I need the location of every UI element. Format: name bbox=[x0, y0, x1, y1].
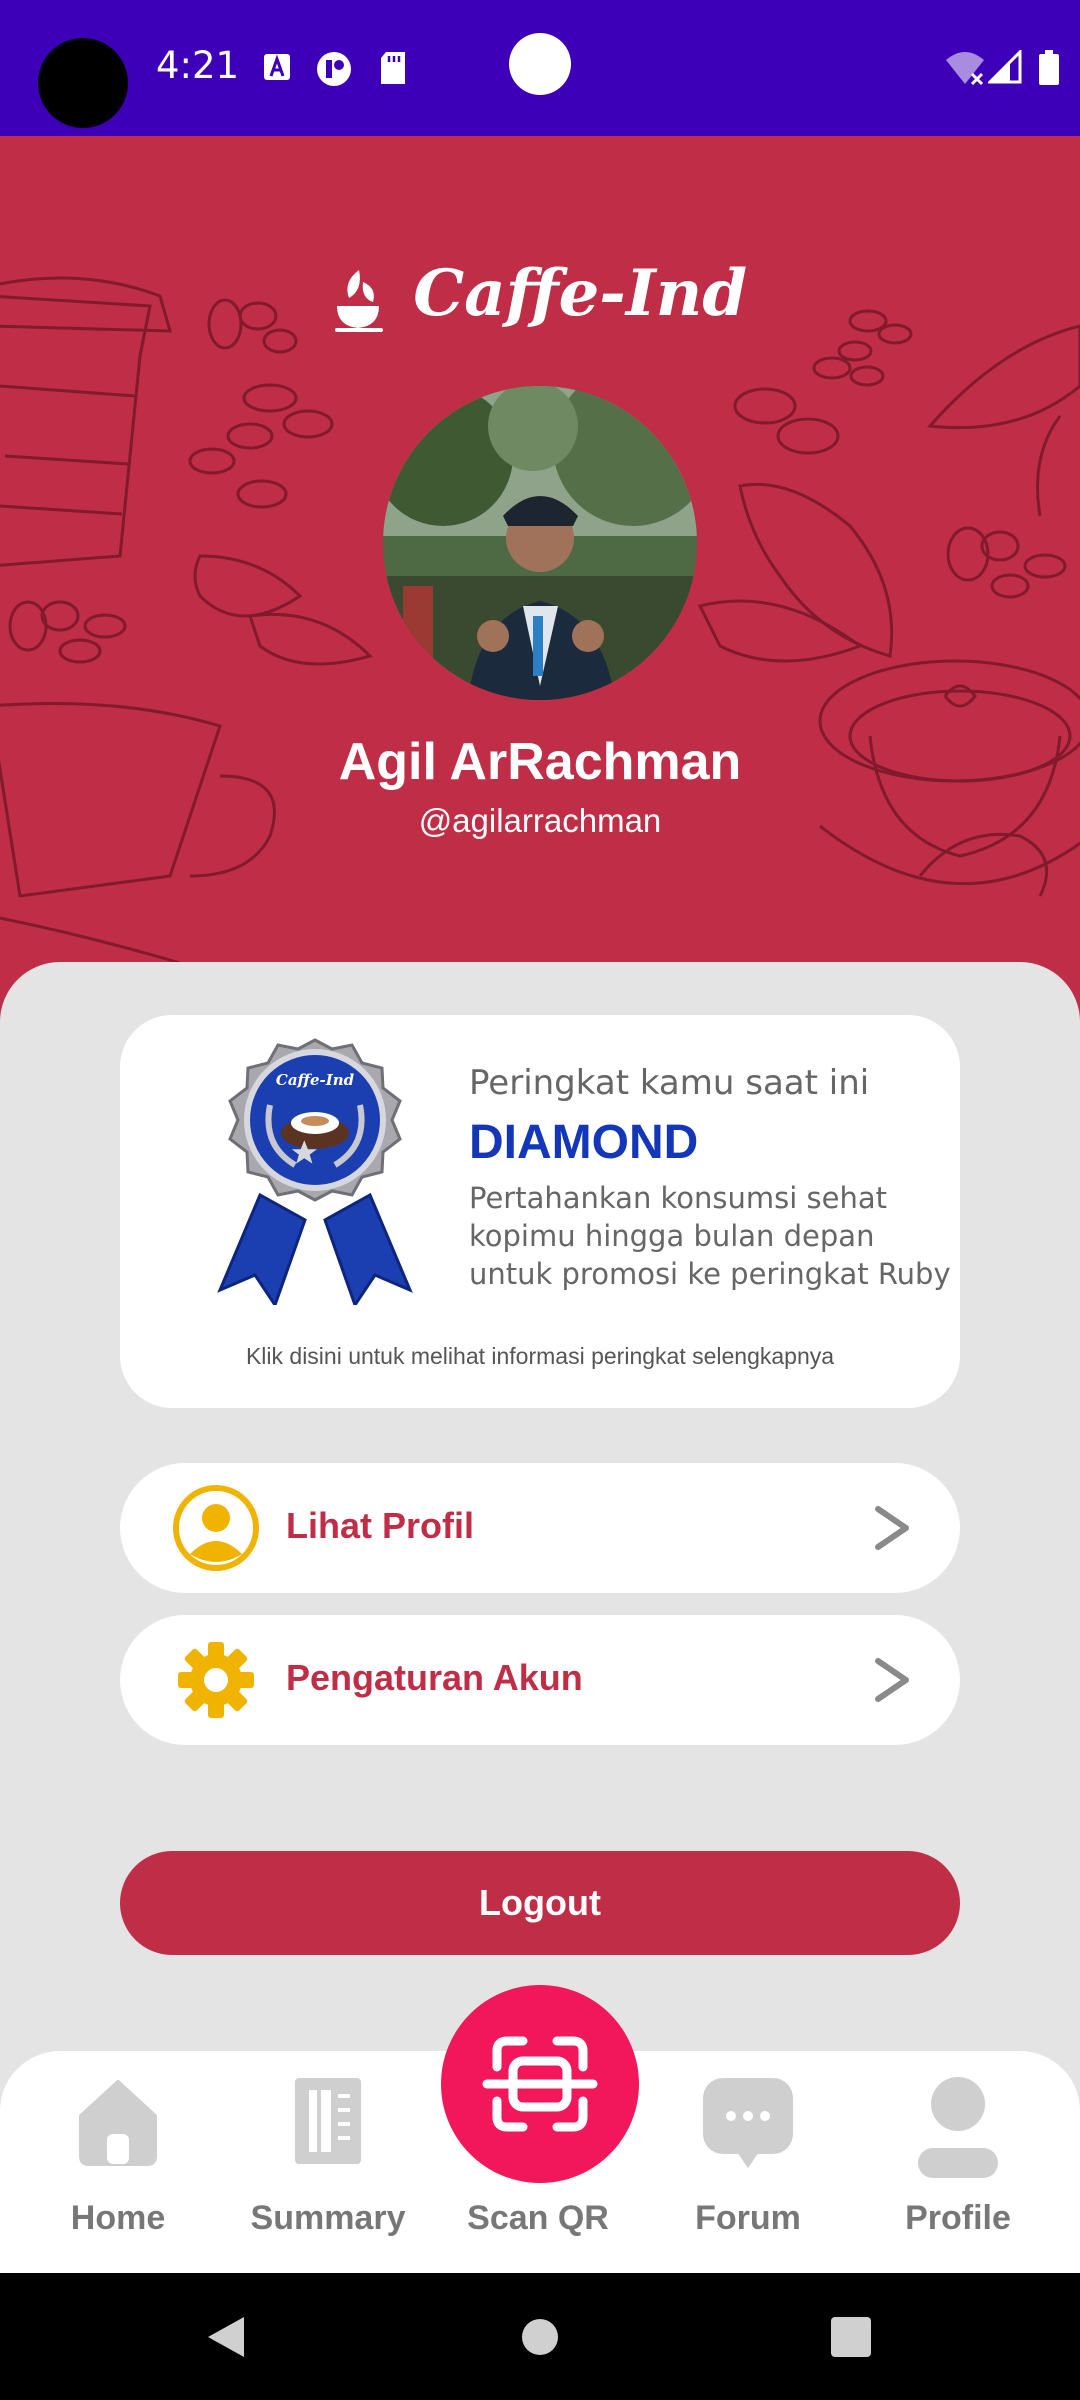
nav-profile[interactable]: Profile bbox=[858, 2051, 1058, 2273]
account-settings-button[interactable]: Pengaturan Akun bbox=[120, 1615, 960, 1745]
home-icon bbox=[79, 2080, 157, 2166]
nav-label: Profile bbox=[905, 2199, 1011, 2237]
medal-brand-text: Caffe-Ind bbox=[276, 1071, 355, 1089]
avatar-photo bbox=[383, 386, 697, 700]
nav-label: Scan QR bbox=[467, 2199, 609, 2237]
system-navigation-bar bbox=[0, 2273, 1080, 2400]
person-icon bbox=[918, 2077, 998, 2178]
nav-summary[interactable]: Summary bbox=[228, 2051, 428, 2273]
rank-description: Pertahankan konsumsi sehat kopimu hingga… bbox=[469, 1181, 951, 1291]
signal-icon bbox=[988, 50, 1022, 84]
diamond-medal-icon: Caffe-Ind bbox=[217, 1038, 413, 1305]
wifi-off-icon bbox=[946, 52, 984, 86]
avatar[interactable] bbox=[383, 386, 697, 700]
chevron-right-icon bbox=[875, 1506, 909, 1550]
recents-icon[interactable] bbox=[830, 2316, 872, 2358]
menu-label: Pengaturan Akun bbox=[286, 1657, 583, 1698]
nav-label: Forum bbox=[695, 2199, 801, 2237]
user-circle-icon bbox=[173, 1485, 259, 1571]
scan-qr-button[interactable] bbox=[441, 1985, 639, 2183]
profile-header: Caffe-Ind Agil ArRachman @agilarrachman bbox=[0, 136, 1080, 1036]
status-bar: 4:21 bbox=[0, 0, 1080, 136]
user-handle: @agilarrachman bbox=[418, 802, 662, 839]
logout-button[interactable]: Logout bbox=[120, 1851, 960, 1955]
rank-level: DIAMOND bbox=[469, 1116, 699, 1169]
sd-card-icon bbox=[381, 52, 405, 84]
nav-home[interactable]: Home bbox=[18, 2051, 218, 2273]
user-name: Agil ArRachman bbox=[338, 733, 742, 791]
summary-icon bbox=[295, 2078, 361, 2164]
nav-label: Summary bbox=[250, 2199, 406, 2237]
status-time: 4:21 bbox=[156, 44, 240, 87]
view-profile-button[interactable]: Lihat Profil bbox=[120, 1463, 960, 1593]
gear-icon bbox=[178, 1642, 254, 1718]
home-circle-icon[interactable] bbox=[520, 2317, 560, 2357]
coffee-leaf-logo-icon bbox=[334, 269, 383, 332]
circle-app-icon bbox=[317, 52, 351, 86]
camera-cutout bbox=[38, 38, 128, 128]
brand-name: Caffe-Ind bbox=[413, 256, 748, 331]
menu-label: Lihat Profil bbox=[286, 1505, 474, 1546]
rank-more-info-link[interactable]: Klik disini untuk melihat informasi peri… bbox=[120, 1343, 960, 1370]
chevron-right-icon bbox=[875, 1658, 909, 1702]
status-dot bbox=[509, 33, 571, 95]
nav-label: Home bbox=[70, 2199, 166, 2237]
nav-forum[interactable]: Forum bbox=[648, 2051, 848, 2273]
scan-qr-icon bbox=[482, 2036, 598, 2132]
battery-icon bbox=[1039, 50, 1059, 85]
rank-card[interactable]: Caffe-Ind Peringkat kamu saat ini DIAMON… bbox=[120, 1015, 960, 1408]
chat-bubble-icon bbox=[703, 2078, 793, 2168]
rank-heading: Peringkat kamu saat ini bbox=[469, 1063, 870, 1103]
brand-logo: Caffe-Ind bbox=[0, 256, 1080, 334]
back-icon[interactable] bbox=[204, 2313, 248, 2361]
accessibility-icon bbox=[264, 54, 290, 80]
